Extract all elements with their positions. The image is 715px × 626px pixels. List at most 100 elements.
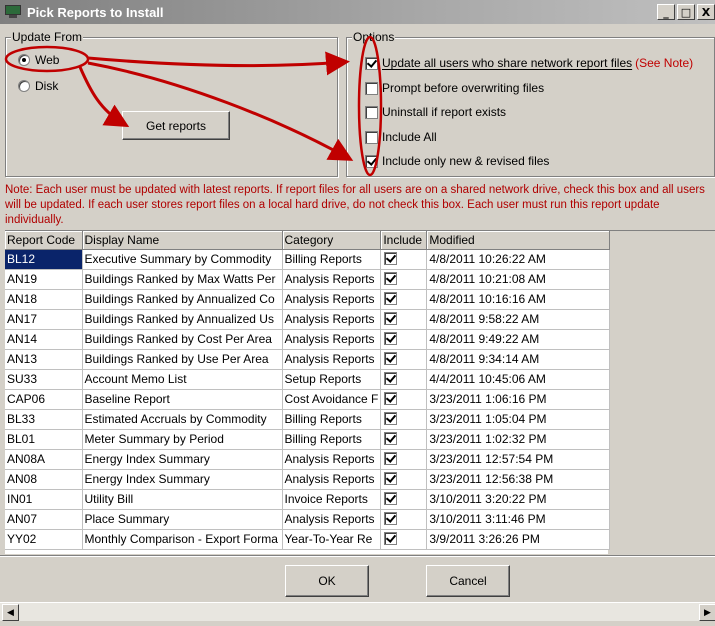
- table-row[interactable]: AN07 Place Summary Analysis Reports 3/10/20…: [5, 509, 611, 530]
- cell-category[interactable]: Analysis Reports: [282, 289, 382, 310]
- option-uninstall[interactable]: Uninstall if report exists: [365, 105, 506, 119]
- ok-button[interactable]: OK: [285, 565, 369, 597]
- table-row[interactable]: CAP06 Baseline Report Cost Avoidance F 3/23…: [5, 389, 611, 410]
- col-category[interactable]: Category: [282, 231, 382, 250]
- cell-category[interactable]: Analysis Reports: [282, 329, 382, 350]
- cell-modified[interactable]: 4/8/2011 9:58:22 AM: [426, 309, 611, 330]
- cell-include[interactable]: [380, 289, 428, 310]
- include-checkbox[interactable]: [384, 352, 398, 365]
- cell-report-code[interactable]: AN17: [5, 309, 83, 330]
- cell-category[interactable]: Billing Reports: [282, 429, 382, 450]
- cell-include[interactable]: [380, 409, 428, 430]
- cell-display-name[interactable]: Buildings Ranked by Cost Per Area: [82, 329, 283, 350]
- reports-grid[interactable]: Report Code Display Name Category Includ…: [5, 230, 715, 554]
- option-include-all[interactable]: Include All: [365, 130, 437, 144]
- cell-modified[interactable]: 4/4/2011 10:45:06 AM: [426, 369, 611, 390]
- cell-include[interactable]: [380, 369, 428, 390]
- include-checkbox[interactable]: [384, 532, 398, 545]
- cell-report-code[interactable]: AN18: [5, 289, 83, 310]
- cell-include[interactable]: [380, 429, 428, 450]
- cell-display-name[interactable]: Place Summary: [82, 509, 283, 530]
- cell-display-name[interactable]: Monthly Comparison - Export Forma: [82, 529, 283, 550]
- table-row[interactable]: AN17 Buildings Ranked by Annualized Us Ana…: [5, 309, 611, 330]
- include-checkbox[interactable]: [384, 332, 398, 345]
- include-checkbox[interactable]: [384, 372, 398, 385]
- table-row[interactable]: AN08A Energy Index Summary Analysis Report…: [5, 449, 611, 470]
- cell-display-name[interactable]: Baseline Report: [82, 389, 283, 410]
- cell-category[interactable]: Analysis Reports: [282, 509, 382, 530]
- cell-include[interactable]: [380, 309, 428, 330]
- cell-include[interactable]: [380, 389, 428, 410]
- cell-include[interactable]: [380, 529, 428, 550]
- cell-display-name[interactable]: Energy Index Summary: [82, 469, 283, 490]
- include-new-revised-checkbox[interactable]: [365, 154, 378, 168]
- cell-category[interactable]: Year-To-Year Re: [282, 529, 382, 550]
- cell-category[interactable]: Billing Reports: [282, 249, 382, 270]
- cell-display-name[interactable]: Meter Summary by Period: [82, 429, 283, 450]
- horizontal-scrollbar[interactable]: ◀ ▶: [0, 602, 715, 621]
- table-row[interactable]: AN08 Energy Index Summary Analysis Reports…: [5, 469, 611, 490]
- maximize-button[interactable]: □: [677, 4, 695, 20]
- cell-category[interactable]: Analysis Reports: [282, 449, 382, 470]
- radio-web-dot[interactable]: [18, 54, 30, 66]
- cell-category[interactable]: Analysis Reports: [282, 469, 382, 490]
- table-row[interactable]: BL01 Meter Summary by Period Billing Repor…: [5, 429, 611, 450]
- scroll-left-icon[interactable]: ◀: [2, 604, 19, 621]
- include-checkbox[interactable]: [384, 392, 398, 405]
- cell-include[interactable]: [380, 489, 428, 510]
- table-row[interactable]: AN14 Buildings Ranked by Cost Per Area An…: [5, 329, 611, 350]
- option-update-all-users[interactable]: Update all users who share network repor…: [365, 56, 693, 70]
- include-checkbox[interactable]: [384, 512, 398, 525]
- cell-display-name[interactable]: Account Memo List: [82, 369, 283, 390]
- cell-modified[interactable]: 3/23/2011 1:02:32 PM: [426, 429, 611, 450]
- cell-report-code[interactable]: AN19: [5, 269, 83, 290]
- prompt-overwrite-checkbox[interactable]: [365, 81, 378, 95]
- table-row[interactable]: YY02 Monthly Comparison - Export Forma Yea…: [5, 529, 611, 550]
- cell-modified[interactable]: 4/8/2011 10:26:22 AM: [426, 249, 611, 270]
- radio-web[interactable]: Web: [18, 53, 59, 67]
- option-include-new-revised[interactable]: Include only new & revised files: [365, 154, 549, 168]
- cell-category[interactable]: Invoice Reports: [282, 489, 382, 510]
- cell-modified[interactable]: 3/10/2011 3:11:46 PM: [426, 509, 611, 530]
- cell-modified[interactable]: 3/23/2011 1:06:16 PM: [426, 389, 611, 410]
- cell-report-code[interactable]: BL12: [5, 249, 83, 270]
- get-reports-button[interactable]: Get reports: [122, 111, 230, 140]
- option-prompt-overwrite[interactable]: Prompt before overwriting files: [365, 81, 544, 95]
- include-checkbox[interactable]: [384, 292, 398, 305]
- cell-include[interactable]: [380, 449, 428, 470]
- cancel-button[interactable]: Cancel: [426, 565, 510, 597]
- cell-category[interactable]: Analysis Reports: [282, 309, 382, 330]
- cell-display-name[interactable]: Executive Summary by Commodity: [82, 249, 283, 270]
- cell-modified[interactable]: 3/9/2011 3:26:26 PM: [426, 529, 611, 550]
- cell-report-code[interactable]: BL01: [5, 429, 83, 450]
- close-button[interactable]: X: [697, 4, 715, 20]
- cell-modified[interactable]: 3/23/2011 1:05:04 PM: [426, 409, 611, 430]
- include-checkbox[interactable]: [384, 492, 398, 505]
- table-row[interactable]: IN01 Utility Bill Invoice Reports 3/10/2011…: [5, 489, 611, 510]
- cell-include[interactable]: [380, 469, 428, 490]
- col-modified[interactable]: Modified: [426, 231, 611, 250]
- cell-display-name[interactable]: Buildings Ranked by Annualized Us: [82, 309, 283, 330]
- include-checkbox[interactable]: [384, 432, 398, 445]
- cell-report-code[interactable]: AN14: [5, 329, 83, 350]
- cell-report-code[interactable]: CAP06: [5, 389, 83, 410]
- cell-display-name[interactable]: Estimated Accruals by Commodity: [82, 409, 283, 430]
- cell-report-code[interactable]: YY02: [5, 529, 83, 550]
- cell-report-code[interactable]: AN08A: [5, 449, 83, 470]
- cell-modified[interactable]: 4/8/2011 9:49:22 AM: [426, 329, 611, 350]
- include-checkbox[interactable]: [384, 452, 398, 465]
- radio-disk[interactable]: Disk: [18, 79, 58, 93]
- cell-display-name[interactable]: Buildings Ranked by Use Per Area: [82, 349, 283, 370]
- uninstall-checkbox[interactable]: [365, 105, 378, 119]
- cell-include[interactable]: [380, 269, 428, 290]
- cell-include[interactable]: [380, 329, 428, 350]
- cell-display-name[interactable]: Buildings Ranked by Annualized Co: [82, 289, 283, 310]
- table-row[interactable]: AN13 Buildings Ranked by Use Per Area Anal…: [5, 349, 611, 370]
- cell-report-code[interactable]: SU33: [5, 369, 83, 390]
- cell-display-name[interactable]: Buildings Ranked by Max Watts Per: [82, 269, 283, 290]
- cell-display-name[interactable]: Energy Index Summary: [82, 449, 283, 470]
- col-include[interactable]: Include: [380, 231, 428, 250]
- cell-report-code[interactable]: IN01: [5, 489, 83, 510]
- scroll-right-icon[interactable]: ▶: [699, 604, 715, 621]
- cell-display-name[interactable]: Utility Bill: [82, 489, 283, 510]
